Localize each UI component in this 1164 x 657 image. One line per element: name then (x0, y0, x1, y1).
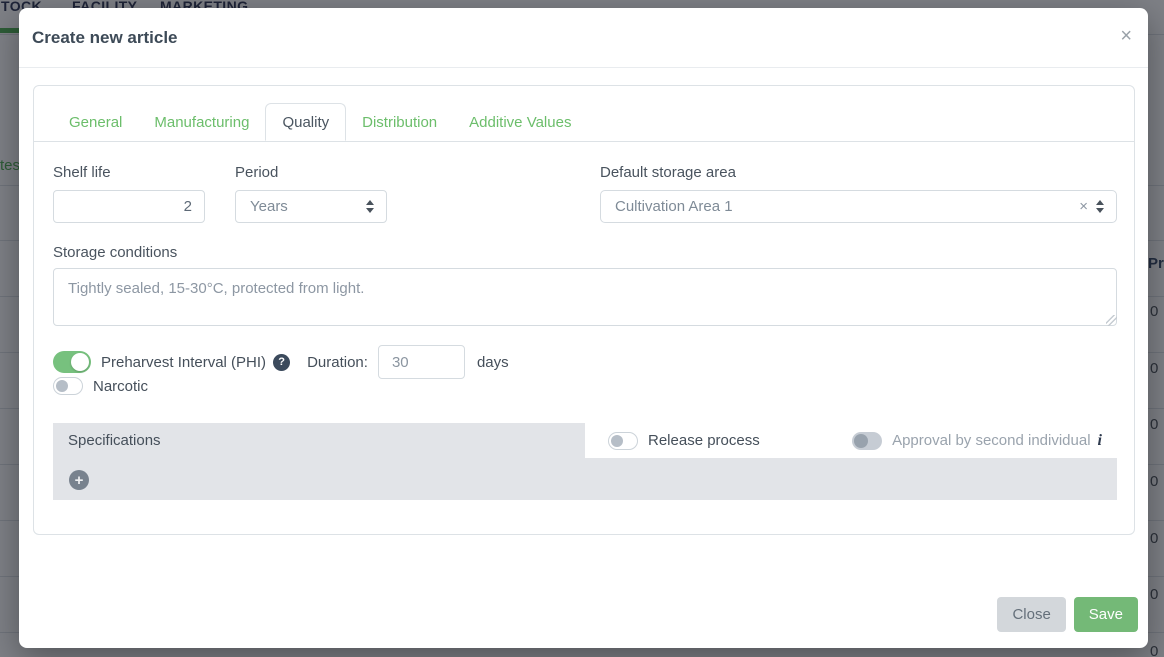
specifications-panel: Specifications Release process Approval … (53, 423, 1117, 500)
add-specification-button[interactable]: + (69, 470, 89, 490)
tabs-underline (34, 141, 1134, 142)
tab-manufacturing[interactable]: Manufacturing (138, 103, 265, 141)
clear-icon[interactable]: × (1079, 199, 1088, 214)
tab-additive-values[interactable]: Additive Values (453, 103, 587, 141)
create-article-modal: Create new article × General Manufacturi… (19, 8, 1148, 648)
approval-toggle[interactable] (852, 432, 882, 450)
tab-card: General Manufacturing Quality Distributi… (33, 85, 1135, 535)
tab-bar: General Manufacturing Quality Distributi… (53, 103, 587, 141)
phi-label: Preharvest Interval (PHI) (101, 354, 266, 371)
page: TOCK FACILITY MARKETING tes Price 0 0 0 … (0, 0, 1164, 657)
duration-input[interactable] (378, 345, 465, 379)
release-process-toggle[interactable] (608, 432, 638, 450)
modal-title: Create new article (32, 28, 178, 48)
help-icon[interactable]: ? (273, 354, 290, 371)
shelf-life-input[interactable] (53, 190, 205, 223)
close-icon[interactable]: × (1120, 26, 1132, 46)
storage-conditions-textarea[interactable]: Tightly sealed, 15-30°C, protected from … (53, 268, 1117, 326)
save-button[interactable]: Save (1074, 597, 1138, 632)
close-button[interactable]: Close (997, 597, 1065, 632)
narcotic-row: Narcotic (53, 377, 148, 395)
default-storage-area-select[interactable]: Cultivation Area 1 × (600, 190, 1117, 223)
phi-row: Preharvest Interval (PHI) ? Duration: da… (53, 345, 509, 379)
default-storage-area-label: Default storage area (600, 164, 736, 181)
duration-suffix: days (477, 354, 509, 371)
tab-general[interactable]: General (53, 103, 138, 141)
duration-label: Duration: (307, 354, 368, 371)
specifications-toggles-row: Release process Approval by second indiv… (585, 423, 1117, 458)
release-process-label: Release process (648, 432, 760, 449)
specifications-title: Specifications (68, 432, 161, 449)
info-icon[interactable]: i (1098, 432, 1102, 450)
narcotic-label: Narcotic (93, 378, 148, 395)
tab-distribution[interactable]: Distribution (346, 103, 453, 141)
period-select[interactable]: Years (235, 190, 387, 223)
updown-icon (1096, 200, 1104, 213)
approval-group: Approval by second individual i (852, 432, 1102, 450)
period-label: Period (235, 164, 278, 181)
storage-conditions-label: Storage conditions (53, 244, 177, 261)
narcotic-toggle[interactable] (53, 377, 83, 395)
period-select-value: Years (250, 198, 358, 215)
default-storage-area-value: Cultivation Area 1 (615, 198, 1079, 215)
modal-footer: Close Save (997, 597, 1138, 632)
updown-icon (366, 200, 374, 213)
shelf-life-label: Shelf life (53, 164, 111, 181)
tab-quality[interactable]: Quality (265, 103, 346, 141)
header-divider (19, 67, 1148, 68)
approval-label: Approval by second individual (892, 432, 1090, 449)
phi-toggle[interactable] (53, 351, 91, 373)
